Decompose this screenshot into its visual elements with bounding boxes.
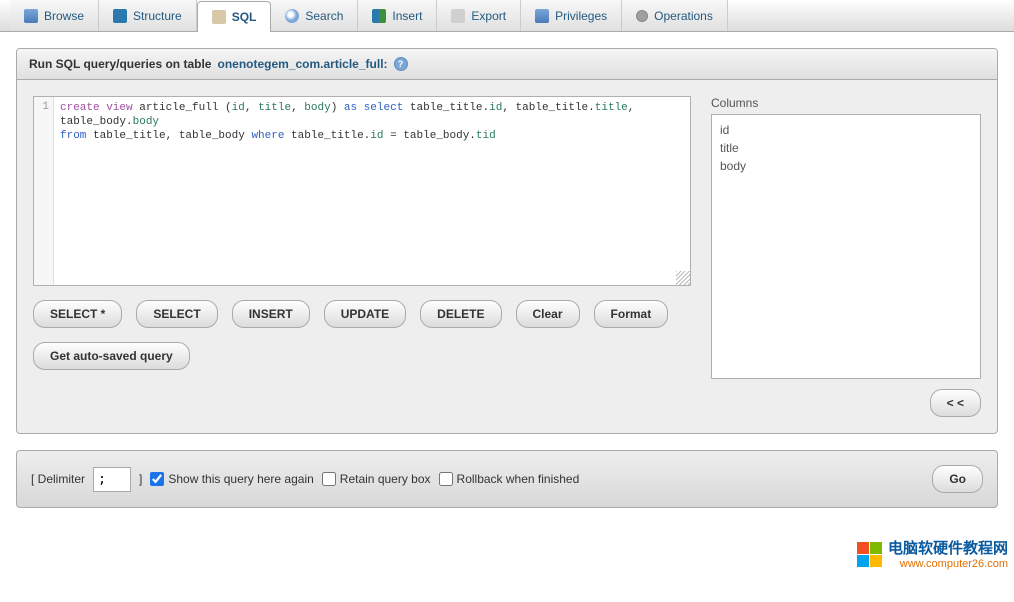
- delete-button[interactable]: DELETE: [420, 300, 501, 328]
- columns-label: Columns: [711, 96, 981, 110]
- tab-structure[interactable]: Structure: [99, 0, 197, 31]
- column-item[interactable]: id: [720, 121, 972, 139]
- tab-label: Search: [305, 9, 343, 23]
- bottom-bar: [ Delimiter ] Show this query here again…: [16, 450, 998, 508]
- delimiter-close: ]: [139, 472, 142, 486]
- tab-label: Structure: [133, 9, 182, 23]
- retain-text: Retain query box: [340, 472, 431, 486]
- clear-button[interactable]: Clear: [516, 300, 580, 328]
- delimiter-open: [ Delimiter: [31, 472, 85, 486]
- retain-checkbox[interactable]: [322, 472, 336, 486]
- export-icon: [451, 9, 465, 23]
- tab-export[interactable]: Export: [437, 0, 521, 31]
- tab-sql[interactable]: SQL: [197, 1, 272, 32]
- tab-label: Operations: [654, 9, 713, 23]
- sql-editor[interactable]: 1 create view article_full (id, title, b…: [33, 96, 691, 286]
- retain-label[interactable]: Retain query box: [322, 472, 431, 486]
- tab-label: Privileges: [555, 9, 607, 23]
- columns-list[interactable]: idtitlebody: [711, 114, 981, 379]
- help-icon[interactable]: ?: [394, 57, 408, 71]
- rollback-checkbox[interactable]: [439, 472, 453, 486]
- insert-column-button[interactable]: < <: [930, 389, 981, 417]
- insert-button[interactable]: INSERT: [232, 300, 310, 328]
- tab-label: Export: [471, 9, 506, 23]
- watermark-line2: www.computer26.com: [888, 558, 1008, 570]
- rollback-label[interactable]: Rollback when finished: [439, 472, 580, 486]
- format-button[interactable]: Format: [594, 300, 669, 328]
- windows-logo-icon: [857, 542, 882, 567]
- tab-label: Browse: [44, 9, 84, 23]
- go-button[interactable]: Go: [932, 465, 983, 493]
- insert-icon: [372, 9, 386, 23]
- auto-saved-button[interactable]: Get auto-saved query: [33, 342, 190, 370]
- structure-icon: [113, 9, 127, 23]
- watermark: 电脑软硬件教程网 www.computer26.com: [857, 537, 1008, 570]
- search-icon: [285, 9, 299, 23]
- tab-insert[interactable]: Insert: [358, 0, 437, 31]
- show-again-label[interactable]: Show this query here again: [150, 472, 313, 486]
- panel-header-link[interactable]: onenotegem_com.article_full:: [217, 57, 387, 71]
- watermark-line1: 电脑软硬件教程网: [888, 537, 1008, 558]
- column-item[interactable]: body: [720, 157, 972, 175]
- sql-code-area[interactable]: create view article_full (id, title, bod…: [54, 97, 690, 285]
- privileges-icon: [535, 9, 549, 23]
- show-again-checkbox[interactable]: [150, 472, 164, 486]
- select-star-button[interactable]: SELECT *: [33, 300, 122, 328]
- panel-header-text: Run SQL query/queries on table: [29, 57, 211, 71]
- panel-header: Run SQL query/queries on table onenotege…: [17, 49, 997, 80]
- line-gutter: 1: [34, 97, 54, 285]
- tab-browse[interactable]: Browse: [10, 0, 99, 31]
- operations-icon: [636, 10, 648, 22]
- tab-label: SQL: [232, 10, 257, 24]
- delimiter-input[interactable]: [93, 467, 131, 492]
- update-button[interactable]: UPDATE: [324, 300, 406, 328]
- top-tabs: Browse Structure SQL Search Insert Expor…: [0, 0, 1014, 32]
- resize-handle[interactable]: [676, 271, 690, 285]
- select-button[interactable]: SELECT: [136, 300, 217, 328]
- column-item[interactable]: title: [720, 139, 972, 157]
- browse-icon: [24, 9, 38, 23]
- tab-label: Insert: [392, 9, 422, 23]
- tab-operations[interactable]: Operations: [622, 0, 728, 31]
- sql-icon: [212, 10, 226, 24]
- show-again-text: Show this query here again: [168, 472, 313, 486]
- rollback-text: Rollback when finished: [457, 472, 580, 486]
- sql-panel: Run SQL query/queries on table onenotege…: [16, 48, 998, 434]
- tab-privileges[interactable]: Privileges: [521, 0, 622, 31]
- tab-search[interactable]: Search: [271, 0, 358, 31]
